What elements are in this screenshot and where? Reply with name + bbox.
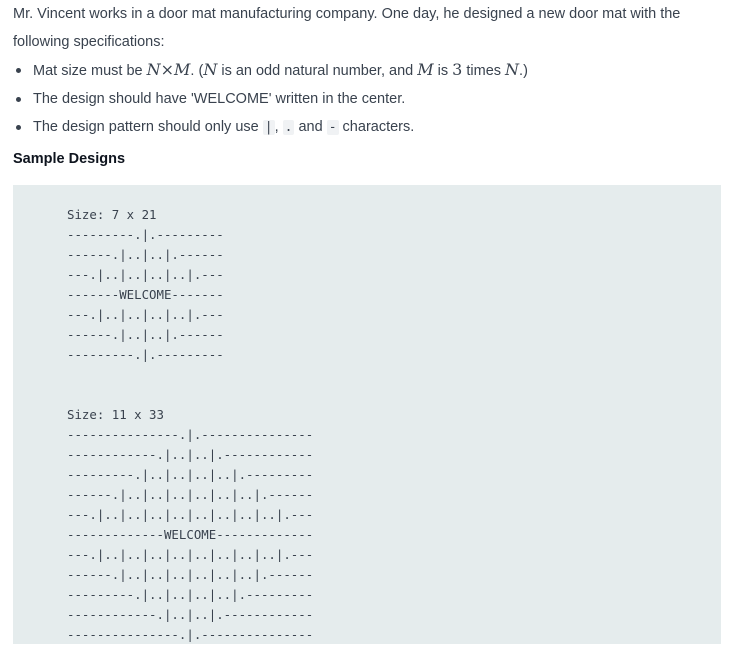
math-m: M [417, 60, 434, 79]
spec-text: The design should have 'WELCOME' written… [33, 91, 406, 107]
spec-item-characters: The design pattern should only use |, . … [13, 113, 721, 142]
pattern-line: ---.|..|..|..|..|.--- [67, 307, 224, 322]
spec-text: is an odd natural number, and [217, 63, 418, 79]
pattern-line: ------------.|..|..|.------------ [67, 447, 314, 462]
spec-text: . ( [190, 63, 204, 79]
bullet-icon [16, 97, 21, 102]
spec-text: Mat size must be [33, 63, 147, 79]
pattern-line: ---.|..|..|..|..|.--- [67, 267, 224, 282]
pattern-line: ------.|..|..|.------ [67, 327, 224, 342]
sample-size-label: Size: 11 x 33 [67, 407, 164, 422]
spec-item-welcome: The design should have 'WELCOME' written… [13, 85, 721, 113]
math-n: N [505, 60, 520, 79]
pattern-line: ---------.|..|..|..|..|.--------- [67, 587, 314, 602]
bullet-icon [16, 125, 21, 130]
spec-text: .) [519, 63, 528, 79]
bullet-icon [16, 68, 21, 73]
spec-text: The design pattern should only use [33, 119, 263, 135]
problem-statement: Mr. Vincent works in a door mat manufact… [13, 0, 721, 171]
sample-size-label: Size: 7 x 21 [67, 207, 157, 222]
spec-text: is [433, 63, 453, 79]
math-n: N [203, 60, 218, 79]
section-title: Sample Designs [13, 151, 126, 167]
sample-designs-code-block: Size: 7 x 21 ---------.|.--------- ------.… [13, 185, 721, 644]
pattern-line: ------.|..|..|.------ [67, 247, 224, 262]
pattern-line: ---.|..|..|..|..|..|..|..|..|.--- [67, 507, 314, 522]
pattern-line: ---.|..|..|..|..|..|..|..|..|.--- [67, 547, 314, 562]
pattern-line: ------.|..|..|..|..|..|..|.------ [67, 567, 314, 582]
math-times: × [160, 60, 175, 79]
spec-text: and [294, 119, 327, 135]
pattern-line: -------WELCOME------- [67, 287, 224, 302]
spec-text: times [462, 63, 506, 79]
char-dash: - [326, 120, 339, 135]
spec-text: , [274, 119, 283, 135]
math-n: N [146, 60, 161, 79]
char-pipe: | [262, 120, 275, 135]
sample-designs-text: Size: 7 x 21 ---------.|.--------- ------.… [67, 205, 313, 645]
pattern-line: ------.|..|..|..|..|..|..|.------ [67, 487, 314, 502]
pattern-line: -------------WELCOME------------- [67, 527, 314, 542]
intro-paragraph: Mr. Vincent works in a door mat manufact… [13, 6, 681, 50]
pattern-line: ---------------.|.--------------- [67, 627, 314, 642]
pattern-line: ---------.|..|..|..|..|.--------- [67, 467, 314, 482]
spec-item-size: Mat size must be N×M. (N is an odd natur… [13, 56, 721, 85]
pattern-line: ---------.|.--------- [67, 227, 224, 242]
math-m: M [174, 60, 191, 79]
pattern-line: ---------.|.--------- [67, 347, 224, 362]
pattern-line: ---------------.|.--------------- [67, 427, 314, 442]
specifications-list: Mat size must be N×M. (N is an odd natur… [13, 56, 721, 142]
pattern-line: ------------.|..|..|.------------ [67, 607, 314, 622]
spec-text: characters. [338, 119, 415, 135]
math-three: 3 [452, 60, 463, 79]
char-dot: . [282, 120, 295, 135]
